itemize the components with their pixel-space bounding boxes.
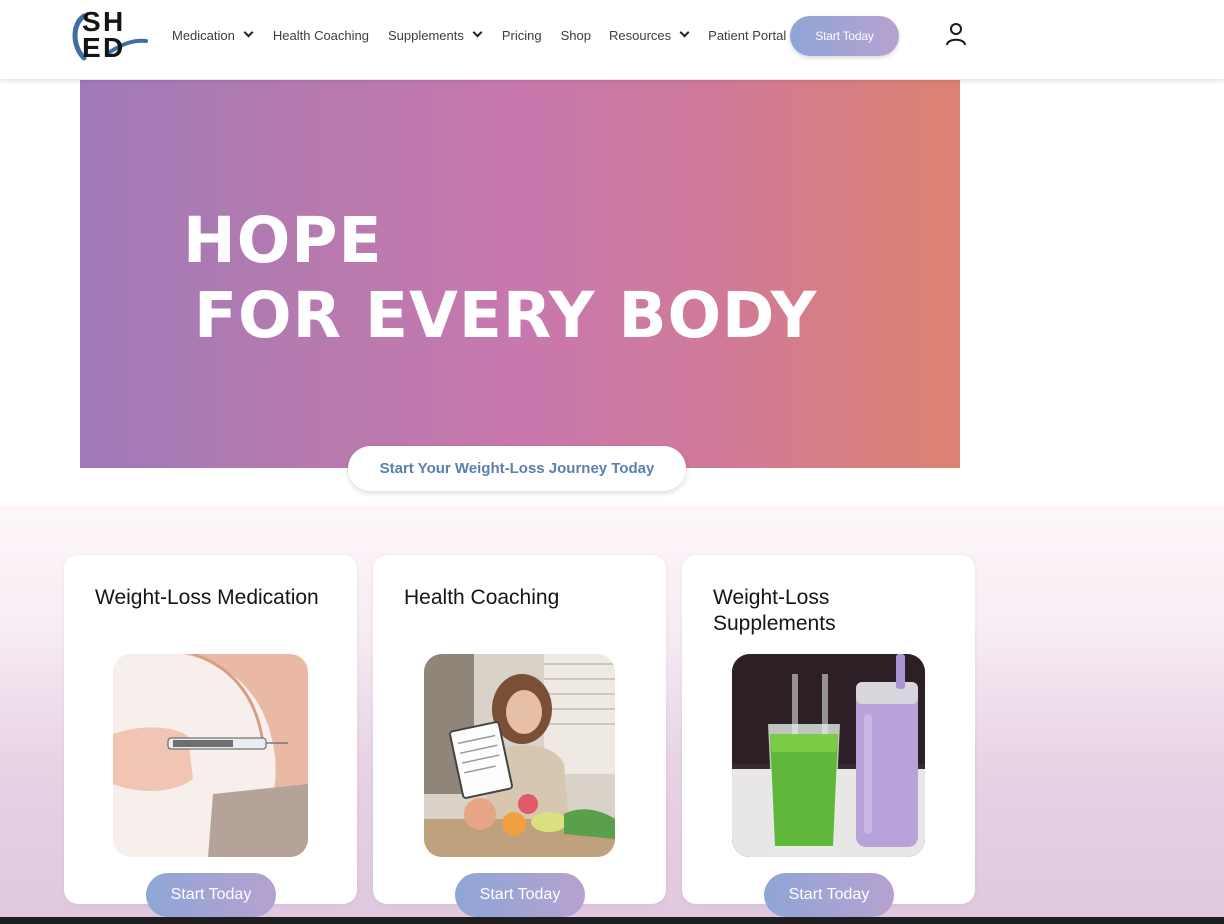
card-start-today-button[interactable]: Start Today bbox=[146, 873, 276, 917]
main-nav: Medication Health Coaching Supplements P… bbox=[172, 25, 786, 45]
injection-photo bbox=[113, 654, 308, 857]
nav-medication[interactable]: Medication bbox=[172, 27, 254, 43]
nav-patient-portal[interactable]: Patient Portal bbox=[708, 28, 786, 43]
header-start-today-button[interactable]: Start Today bbox=[790, 16, 899, 56]
nav-medication-label: Medication bbox=[172, 27, 235, 43]
card-title: Health Coaching bbox=[404, 586, 560, 609]
coaching-photo bbox=[424, 654, 615, 857]
nav-health-coaching-label: Health Coaching bbox=[272, 27, 369, 43]
service-card-supplements[interactable]: Weight-Loss Supplements Start Today bbox=[682, 555, 975, 917]
chevron-down-icon bbox=[679, 27, 690, 38]
card-start-today-button[interactable]: Start Today bbox=[455, 873, 585, 917]
user-icon[interactable] bbox=[945, 22, 967, 46]
nav-shop[interactable]: Shop bbox=[561, 28, 591, 43]
chevron-down-icon bbox=[243, 27, 254, 38]
nav-resources[interactable]: Resources bbox=[609, 27, 690, 43]
site-header: S H E D Medication Health Coaching Suppl… bbox=[0, 0, 1224, 79]
nav-pricing[interactable]: Pricing bbox=[502, 28, 542, 43]
nav-resources-label: Resources bbox=[609, 27, 672, 43]
hero-banner: HOPE FOR EVERY BODY bbox=[80, 80, 960, 468]
nav-shop-label: Shop bbox=[560, 27, 592, 43]
nav-supplements[interactable]: Supplements bbox=[388, 27, 483, 43]
card-title: Weight-Loss Medication bbox=[95, 586, 319, 609]
hero-headline-line1: HOPE bbox=[183, 204, 383, 277]
page-bottom-bar bbox=[0, 917, 1224, 924]
shed-logo[interactable]: S H E D bbox=[70, 6, 150, 66]
hero-headline-line2: FOR EVERY BODY bbox=[194, 279, 818, 352]
card-title: Weight-Loss Supplements bbox=[713, 586, 836, 635]
service-card-health-coaching[interactable]: Health Coaching Start Today bbox=[373, 555, 666, 917]
nav-pricing-label: Pricing bbox=[501, 27, 542, 43]
nav-supplements-label: Supplements bbox=[388, 27, 464, 43]
hero-journey-button[interactable]: Start Your Weight-Loss Journey Today bbox=[348, 446, 686, 491]
card-start-today-button[interactable]: Start Today bbox=[764, 873, 894, 917]
nav-health-coaching[interactable]: Health Coaching bbox=[273, 28, 369, 43]
service-card-medication[interactable]: Weight-Loss Medication Start Today bbox=[64, 555, 357, 917]
nav-patient-portal-label: Patient Portal bbox=[708, 27, 787, 43]
chevron-down-icon bbox=[472, 27, 483, 38]
smoothie-photo bbox=[732, 654, 925, 857]
